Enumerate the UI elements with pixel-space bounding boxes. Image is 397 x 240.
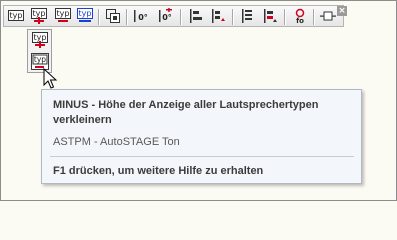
align-center-icon[interactable] bbox=[240, 8, 256, 24]
toolbar-separator bbox=[98, 9, 100, 25]
text-fo-icon[interactable]: fo bbox=[292, 8, 308, 24]
svg-text:typ: typ bbox=[34, 55, 46, 64]
close-icon[interactable]: × bbox=[337, 6, 347, 16]
svg-text:typ: typ bbox=[79, 9, 92, 18]
toolbar-separator bbox=[284, 9, 286, 25]
zero-degree-icon[interactable]: 0° bbox=[133, 8, 149, 24]
align-left-arrow-icon[interactable] bbox=[210, 8, 226, 24]
svg-text:typ: typ bbox=[33, 9, 46, 18]
svg-text:0°: 0° bbox=[138, 13, 148, 22]
flyout-menu: typ typ bbox=[27, 29, 52, 73]
svg-text:typ: typ bbox=[34, 33, 47, 42]
toolbar-separator bbox=[126, 9, 128, 25]
align-right-icon[interactable] bbox=[262, 8, 278, 24]
tooltip-title: MINUS - Höhe der Anzeige aller Lautsprec… bbox=[53, 99, 319, 126]
tooltip: MINUS - Höhe der Anzeige aller Lautsprec… bbox=[41, 89, 362, 184]
toolbar-separator bbox=[313, 9, 315, 25]
window-frame: typ typ typ typ 0° 0° fo × typ typ MINUS… bbox=[0, 0, 397, 201]
select-object-icon[interactable] bbox=[105, 8, 121, 24]
rotate-degree-icon[interactable]: 0° bbox=[157, 8, 173, 24]
tooltip-subtitle: ASTPM - AutoSTAGE Ton bbox=[53, 136, 180, 148]
toolbar-separator bbox=[180, 9, 182, 25]
svg-text:typ: typ bbox=[57, 9, 70, 18]
toolbar-separator bbox=[232, 9, 234, 25]
network-icon[interactable] bbox=[320, 8, 336, 24]
typ-icon[interactable]: typ bbox=[8, 8, 24, 24]
align-left-icon[interactable] bbox=[188, 8, 204, 24]
flyout-typ-plus-icon[interactable]: typ bbox=[31, 32, 49, 49]
svg-text:typ: typ bbox=[10, 11, 23, 20]
typ-minus-icon[interactable]: typ bbox=[55, 8, 71, 24]
tooltip-help-text: F1 drücken, um weitere Hilfe zu erhalten bbox=[53, 165, 264, 177]
typ-reset-icon[interactable]: typ bbox=[77, 8, 93, 24]
toolbar: typ typ typ typ 0° 0° fo bbox=[3, 5, 344, 27]
svg-text:0°: 0° bbox=[162, 13, 172, 22]
svg-text:fo: fo bbox=[296, 17, 304, 24]
mouse-cursor-icon bbox=[43, 67, 58, 90]
tooltip-divider bbox=[50, 156, 354, 157]
typ-plus-icon[interactable]: typ bbox=[31, 8, 47, 24]
